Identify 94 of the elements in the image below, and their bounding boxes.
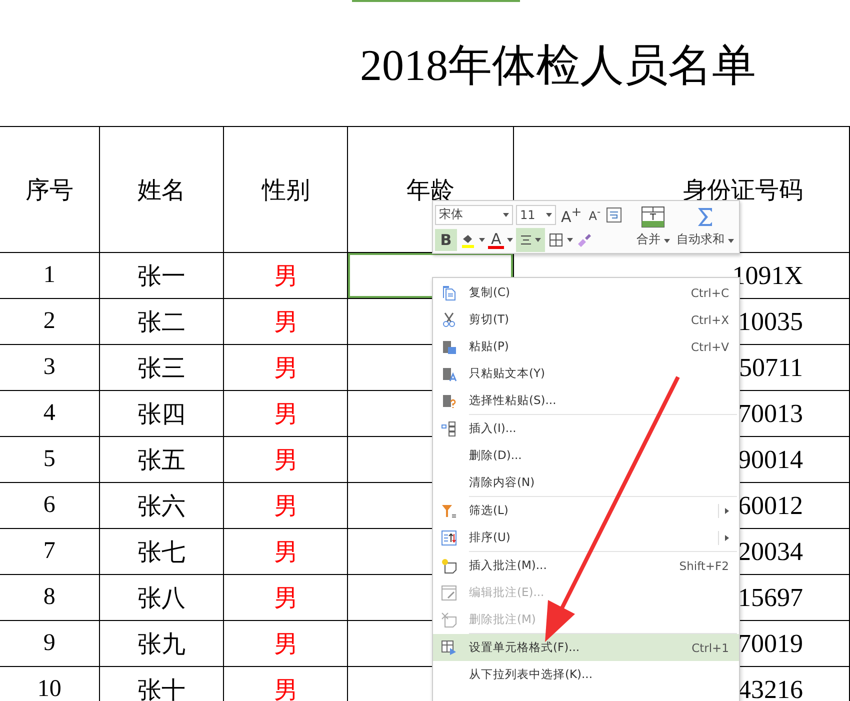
row-number: 8 xyxy=(43,584,56,610)
note-icon xyxy=(441,584,457,600)
column-header: 性别 xyxy=(262,178,310,204)
clipboard-icon xyxy=(441,366,457,382)
id-cell: 90014 xyxy=(738,444,803,474)
row-number: 6 xyxy=(43,492,56,518)
row-number: 10 xyxy=(37,676,62,701)
id-cell: 15697 xyxy=(738,582,803,612)
name-cell: 张一 xyxy=(138,264,186,290)
gender-cell: 男 xyxy=(274,264,298,290)
id-cell: 50711 xyxy=(738,352,803,382)
menu-item[interactable]: 插入批注(M)... Shift+F2 xyxy=(433,552,739,579)
column-header: 姓名 xyxy=(138,178,186,204)
name-cell: 张八 xyxy=(138,586,186,612)
clipboard-icon xyxy=(441,392,457,408)
wrap-text-icon[interactable] xyxy=(606,206,622,222)
insert-cells-icon xyxy=(441,420,457,436)
note-icon xyxy=(441,558,457,574)
menu-item[interactable]: 复制(C) Ctrl+C xyxy=(433,279,739,306)
filter-icon xyxy=(441,502,457,518)
font-color-button[interactable]: A xyxy=(488,230,504,249)
caret-icon xyxy=(728,239,734,243)
menu-item[interactable]: 从下拉列表中选择(K)... xyxy=(433,661,739,688)
menu-item[interactable]: 插入(I)... xyxy=(433,415,739,442)
copy-icon xyxy=(441,284,457,300)
caret-icon xyxy=(535,238,542,242)
id-cell: 10035 xyxy=(738,306,803,336)
format-cells-icon xyxy=(441,640,457,656)
merge-label: 合并 xyxy=(636,232,661,246)
menu-item[interactable]: 删除(D)... xyxy=(433,442,739,469)
menu-item[interactable]: 剪切(T) Ctrl+X xyxy=(433,306,739,333)
gender-cell: 男 xyxy=(274,494,298,520)
name-cell: 张二 xyxy=(138,310,186,336)
id-cell: 20034 xyxy=(738,536,803,566)
gender-cell: 男 xyxy=(274,310,298,336)
menu-item[interactable]: 粘贴(P) Ctrl+V xyxy=(433,333,739,360)
row-number: 3 xyxy=(43,354,56,380)
sort-icon xyxy=(441,530,457,546)
row-number: 5 xyxy=(43,446,56,472)
menu-item[interactable]: 只粘贴文本(Y) xyxy=(433,360,739,387)
merge-cells-icon xyxy=(640,206,666,228)
sheet-title: 2018年体检人员名单 xyxy=(359,40,757,92)
name-cell: 张三 xyxy=(138,356,186,382)
grow-font-button[interactable]: A$^{+}$ xyxy=(559,204,584,226)
name-cell: 张六 xyxy=(138,494,186,520)
row-number: 7 xyxy=(43,538,56,564)
menu-item[interactable]: 清除内容(N) xyxy=(433,469,739,496)
name-cell: 张七 xyxy=(138,540,186,566)
row-number: 2 xyxy=(43,308,56,334)
autosum-button[interactable]: 自动求和 xyxy=(673,206,738,248)
name-cell: 张十 xyxy=(138,678,186,701)
column-header: 身份证号码 xyxy=(683,176,803,206)
caret-icon[interactable] xyxy=(479,238,485,242)
scissors-icon xyxy=(441,312,457,328)
name-cell: 张九 xyxy=(138,632,186,658)
caret-icon[interactable] xyxy=(567,238,574,242)
gender-cell: 男 xyxy=(274,632,298,658)
size-select[interactable]: 11 xyxy=(516,204,556,224)
borders-icon[interactable] xyxy=(548,232,564,248)
caret-icon xyxy=(546,212,552,216)
row-number: 9 xyxy=(43,630,56,656)
note-icon xyxy=(441,612,457,628)
menu-item[interactable]: 筛选(L) xyxy=(433,497,739,524)
menu-item[interactable]: 排序(U) xyxy=(433,524,739,551)
merge-button[interactable]: 合并 xyxy=(634,206,674,248)
name-cell: 张四 xyxy=(138,402,186,428)
align-center-icon xyxy=(520,234,532,244)
gender-cell: 男 xyxy=(274,540,298,566)
gender-cell: 男 xyxy=(274,448,298,474)
gender-cell: 男 xyxy=(274,356,298,382)
id-cell: 70013 xyxy=(738,398,803,428)
gender-cell: 男 xyxy=(274,586,298,612)
gender-cell: 男 xyxy=(274,678,298,701)
shrink-font-button[interactable]: A$^{-}$ xyxy=(586,204,603,226)
caret-icon xyxy=(503,212,509,216)
caret-icon xyxy=(664,239,670,243)
caret-icon[interactable] xyxy=(507,238,514,242)
autosum-label: 自动求和 xyxy=(676,232,724,246)
id-cell: 70019 xyxy=(738,628,803,658)
align-button[interactable] xyxy=(516,228,546,252)
gender-cell: 男 xyxy=(274,402,298,428)
brush-icon[interactable] xyxy=(576,232,592,248)
font-select[interactable]: 宋体 xyxy=(435,204,513,224)
name-cell: 张五 xyxy=(138,448,186,474)
column-header: 序号 xyxy=(25,178,74,204)
row-number: 1 xyxy=(43,262,56,288)
bold-button[interactable]: B xyxy=(435,228,457,250)
column-header: 年龄 xyxy=(406,178,455,204)
menu-item[interactable]: 选择性粘贴(S)... xyxy=(433,387,739,414)
row-number: 4 xyxy=(43,400,56,426)
id-cell: 60012 xyxy=(738,490,803,520)
clipboard-icon xyxy=(441,338,457,354)
id-cell: 43216 xyxy=(738,674,803,701)
menu-item[interactable]: 设置单元格格式(F)... Ctrl+1 xyxy=(433,634,739,661)
